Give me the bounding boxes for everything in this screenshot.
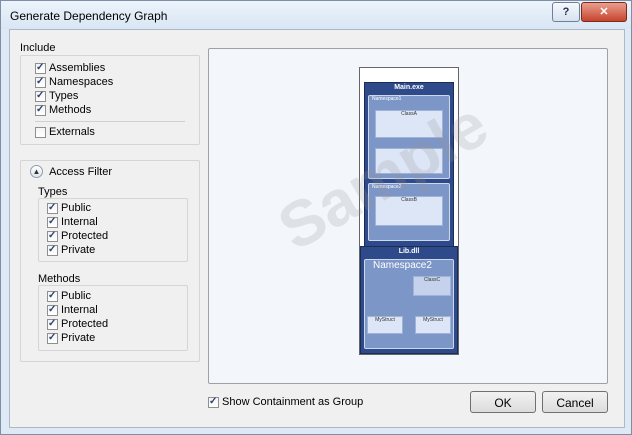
include-types-checkbox[interactable]: Types: [35, 90, 78, 104]
methods-filter-group: Public Internal Protected Private: [38, 285, 188, 351]
types-private-checkbox[interactable]: Private: [47, 244, 95, 258]
checkbox-box: [47, 244, 58, 256]
checkbox-box: [47, 318, 58, 330]
externals-checkbox[interactable]: Externals: [35, 126, 95, 140]
dialog-window: Generate Dependency Graph ? ✕ Include As…: [0, 0, 632, 435]
mystruct-card-2: MyStruct: [415, 316, 451, 334]
checkbox-box: [35, 104, 46, 116]
types-protected-checkbox[interactable]: Protected: [47, 230, 108, 244]
checkbox-label: Protected: [61, 230, 109, 243]
window-title: Generate Dependency Graph: [10, 9, 168, 23]
close-button[interactable]: ✕: [581, 2, 627, 22]
checkbox-box: [208, 396, 219, 408]
mystruct-card-1: MyStruct: [367, 316, 403, 334]
include-methods-checkbox[interactable]: Methods: [35, 104, 91, 118]
checkbox-label: Methods: [49, 104, 92, 117]
methods-filter-label: Methods: [38, 273, 81, 285]
lib-namespace-box: Namespace2 ClassC MyStruct MyStruct: [364, 259, 454, 349]
types-public-checkbox[interactable]: Public: [47, 202, 91, 216]
checkbox-box: [47, 304, 58, 316]
checkbox-box: [47, 216, 58, 228]
namespace2-label: Namespace2: [372, 184, 402, 190]
main-exe-title: Main.exe: [394, 84, 424, 91]
checkbox-box: [47, 202, 58, 214]
checkbox-label: Assemblies: [49, 62, 106, 75]
methods-private-checkbox[interactable]: Private: [47, 332, 95, 346]
classB-card: ClassB: [375, 196, 443, 226]
include-namespaces-checkbox[interactable]: Namespaces: [35, 76, 113, 90]
checkbox-label[interactable]: Show Containment as Group: [222, 396, 363, 408]
main-exe-node: Main.exe Namespace1 ClassA Namespace2 Cl…: [364, 82, 454, 250]
show-containment-checkbox[interactable]: Show Containment as Group: [208, 396, 363, 410]
access-filter-group: ▲ Access Filter Types Public Internal Pr…: [20, 160, 200, 362]
include-assemblies-checkbox[interactable]: Assemblies: [35, 62, 105, 76]
dependency-graph-diagram: Main.exe Namespace1 ClassA Namespace2 Cl…: [359, 67, 459, 355]
checkbox-label: Public: [61, 290, 91, 303]
mystruct-label-1: MyStruct: [375, 317, 395, 323]
help-button[interactable]: ?: [552, 2, 580, 22]
ok-button[interactable]: OK: [470, 391, 536, 413]
types-internal-checkbox[interactable]: Internal: [47, 216, 98, 230]
classB-label: ClassB: [401, 197, 417, 203]
classC-label: ClassC: [423, 277, 441, 283]
methods-internal-checkbox[interactable]: Internal: [47, 304, 98, 318]
checkbox-label: Private: [61, 244, 96, 257]
classA-card: ClassA: [375, 110, 443, 138]
checkbox-box: [47, 290, 58, 302]
dialog-client: Include Assemblies Namespaces Types Meth…: [9, 29, 625, 428]
methods-public-checkbox[interactable]: Public: [47, 290, 91, 304]
namespace2-box: Namespace2 ClassB: [368, 183, 450, 241]
method-card: [375, 148, 443, 174]
checkbox-box: [47, 332, 58, 344]
mystruct-label-2: MyStruct: [423, 317, 443, 323]
types-filter-group: Public Internal Protected Private: [38, 198, 188, 262]
graph-preview: Main.exe Namespace1 ClassA Namespace2 Cl…: [208, 48, 608, 384]
checkbox-box: [35, 62, 46, 74]
methods-protected-checkbox[interactable]: Protected: [47, 318, 108, 332]
checkbox-box: [35, 90, 46, 102]
classC-card: ClassC: [413, 276, 451, 296]
checkbox-box: [35, 76, 46, 88]
cancel-button[interactable]: Cancel: [542, 391, 608, 413]
checkbox-label: Private: [61, 332, 96, 345]
collapse-icon: ▲: [30, 165, 43, 178]
namespace1-box: Namespace1 ClassA: [368, 95, 450, 179]
lib-dll-title: Lib.dll: [398, 248, 420, 255]
checkbox-label: Externals: [49, 126, 95, 139]
checkbox-label: Public: [61, 202, 91, 215]
lib-namespace-label: Namespace2: [373, 260, 432, 271]
include-group: Assemblies Namespaces Types Methods Exte…: [20, 55, 200, 145]
checkbox-label: Protected: [61, 318, 109, 331]
checkbox-label: Namespaces: [49, 76, 114, 89]
include-label: Include: [20, 42, 56, 54]
types-filter-label: Types: [38, 186, 68, 198]
checkbox-label: Internal: [61, 216, 98, 229]
checkbox-box: [35, 126, 46, 138]
checkbox-box: [47, 230, 58, 242]
access-filter-toggle[interactable]: ▲ Access Filter: [30, 165, 112, 181]
include-divider: [35, 121, 185, 122]
checkbox-label: Internal: [61, 304, 98, 317]
namespace1-label: Namespace1: [372, 96, 402, 102]
title-bar: Generate Dependency Graph ? ✕: [1, 1, 631, 29]
lib-dll-node: Lib.dll Namespace2 ClassC MyStruct MyStr…: [360, 246, 458, 354]
classA-label: ClassA: [401, 111, 417, 117]
access-filter-label: Access Filter: [49, 165, 113, 178]
checkbox-label: Types: [49, 90, 79, 103]
